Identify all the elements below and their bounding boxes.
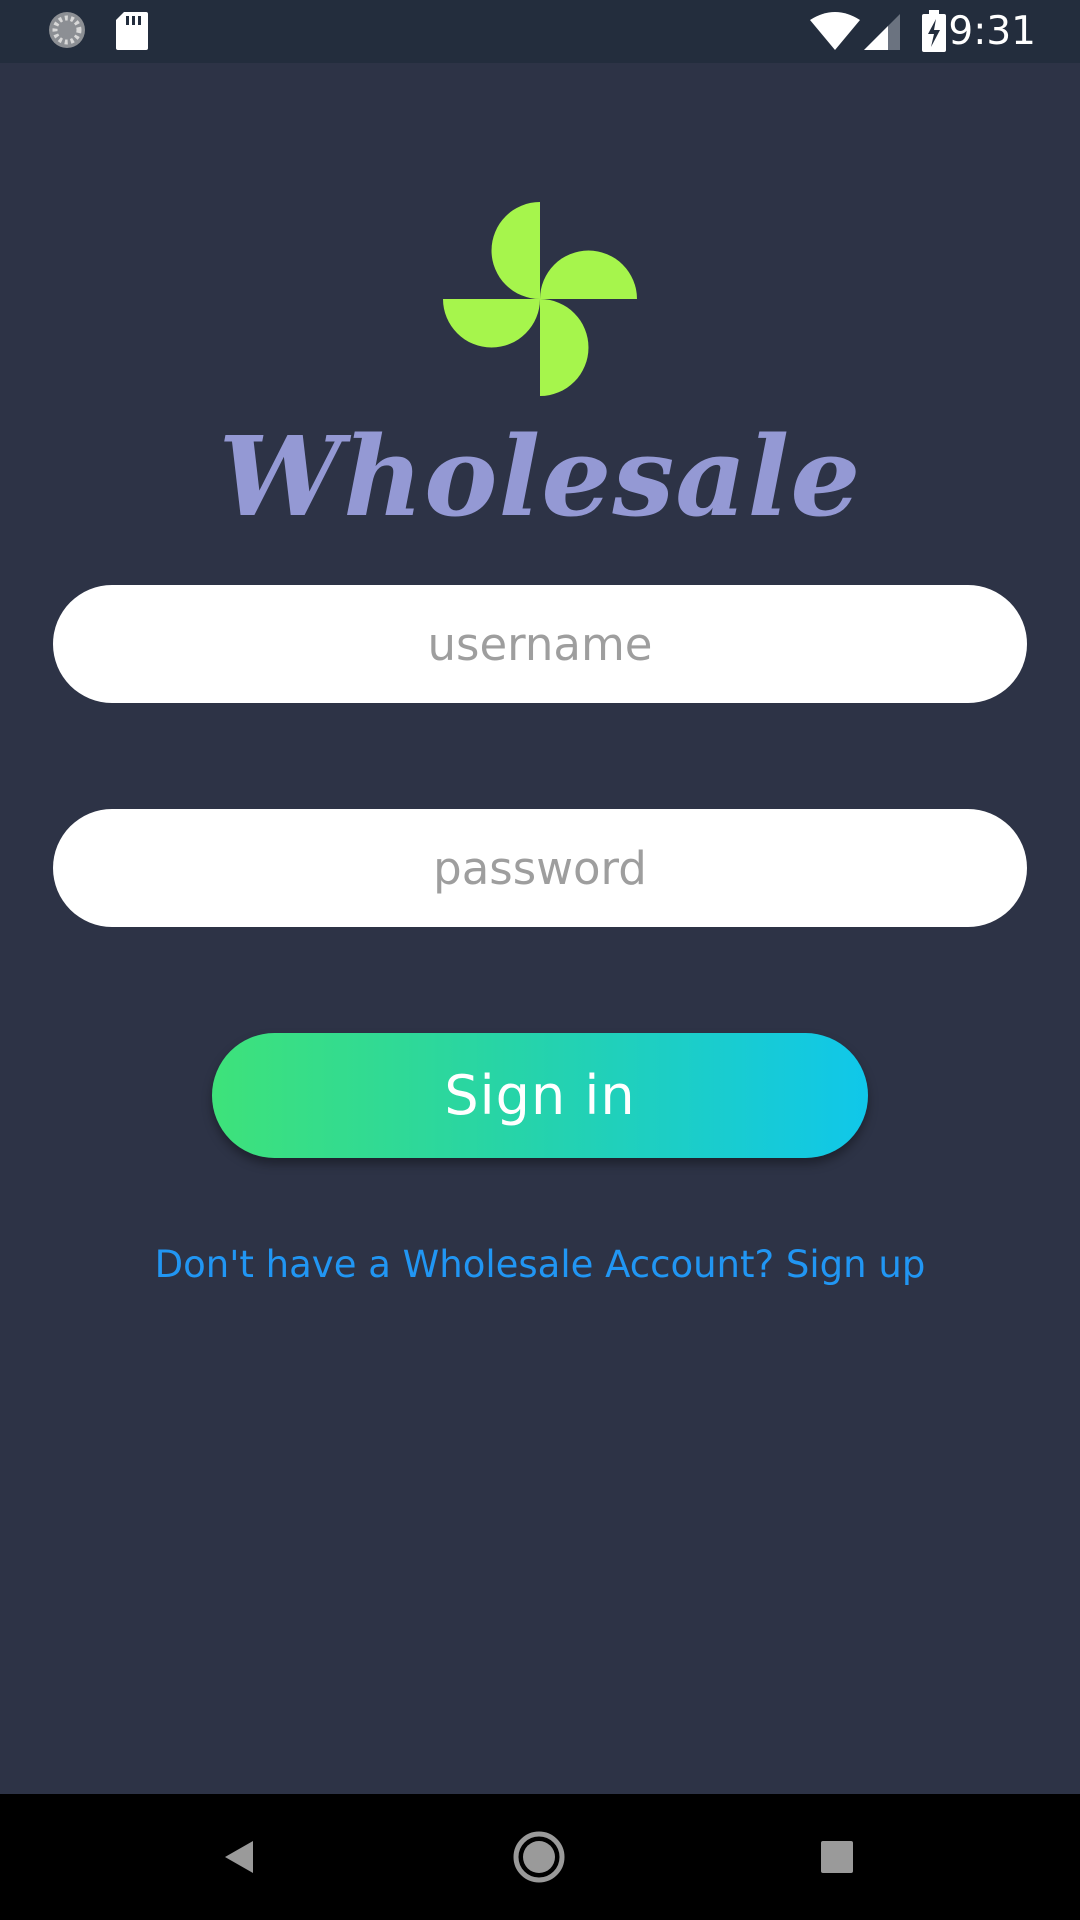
signal-icon <box>864 14 900 54</box>
home-icon[interactable] <box>506 1824 572 1890</box>
username-input[interactable] <box>53 585 1027 703</box>
sign-in-button[interactable]: Sign in <box>212 1033 868 1158</box>
back-icon[interactable] <box>206 1824 272 1890</box>
navigation-bar <box>0 1794 1080 1920</box>
login-screen: 9:31 Wholesale Sign in Don't have a Whol… <box>0 0 1080 1920</box>
sign-up-link[interactable]: Don't have a Wholesale Account? Sign up <box>0 1240 1080 1290</box>
battery-charging-icon <box>922 10 946 56</box>
recents-icon[interactable] <box>804 1824 870 1890</box>
status-time: 9:31 <box>948 9 1036 54</box>
brand-name: Wholesale <box>218 412 862 541</box>
loading-icon <box>47 10 87 54</box>
sd-card-icon <box>116 12 148 54</box>
wifi-icon <box>810 12 860 54</box>
password-input[interactable] <box>53 809 1027 927</box>
pinwheel-logo-icon <box>443 202 637 396</box>
status-bar: 9:31 <box>0 0 1080 63</box>
